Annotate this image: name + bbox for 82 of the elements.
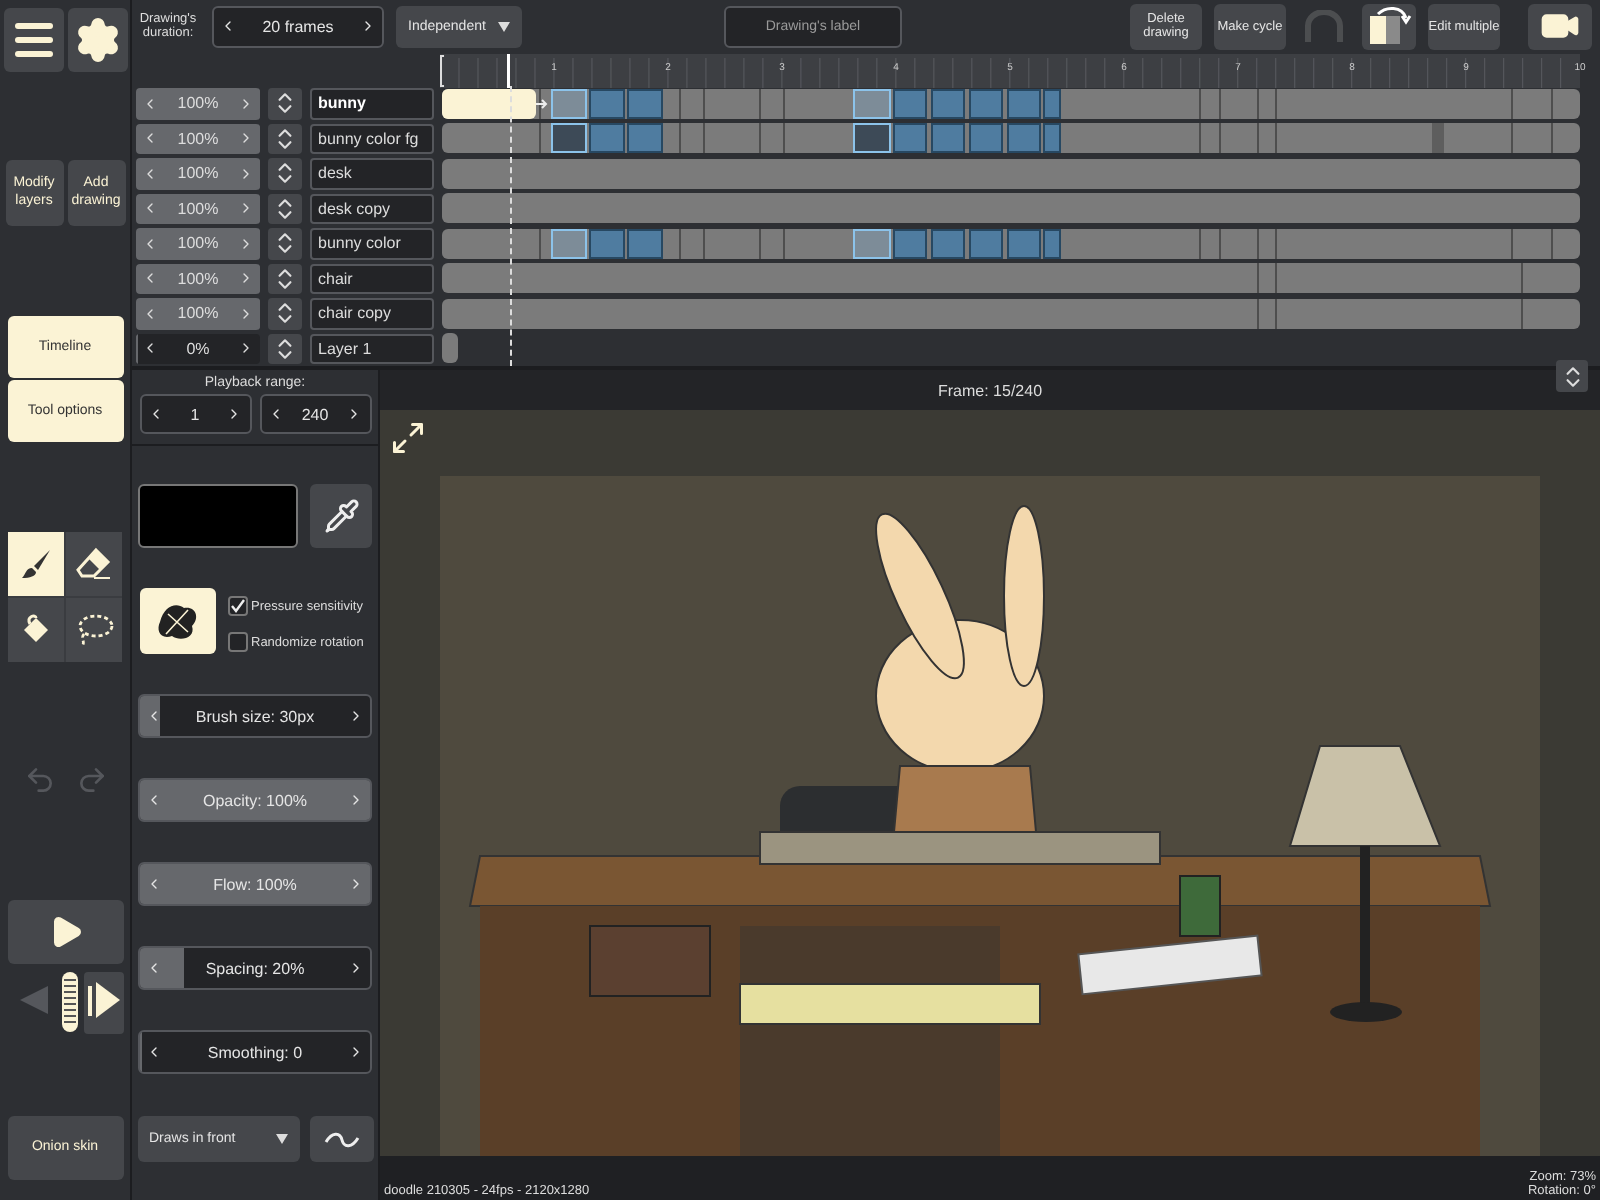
frame-counter: Frame: 15/240 [937,381,1043,399]
reorder-button[interactable] [268,88,302,119]
layer-name-field[interactable]: chair [310,263,434,294]
chevron-left-icon[interactable] [142,340,158,357]
redo-icon [75,764,107,796]
layer-track[interactable] [442,122,1580,155]
range-stepper[interactable]: 240 [259,394,371,434]
camera-button[interactable] [1528,3,1592,50]
wave-icon [323,1131,359,1147]
layer-track[interactable] [442,262,1580,295]
flip-button[interactable] [1362,3,1416,50]
chevron-left-icon[interactable] [220,18,236,35]
layer-name-field[interactable]: desk copy [310,193,434,224]
slider-label: Opacity: 100% [202,791,308,809]
play-button[interactable] [7,900,123,964]
brush-slider[interactable]: Spacing: 20% [138,946,372,990]
layer-track[interactable] [442,297,1580,330]
tool-button[interactable] [66,598,122,662]
brush-texture-button[interactable] [139,588,215,654]
brush-slider[interactable]: Brush size: 30px [138,694,372,738]
slider-label: Flow: 100% [213,875,297,893]
undo-icon [23,764,55,796]
range-value: 240 [301,405,329,423]
fullscreen-button[interactable] [388,418,428,458]
layer-name-field[interactable]: bunny [310,88,434,119]
checkbox[interactable] [227,632,247,652]
layer-name-field[interactable]: bunny color fg [310,123,434,154]
layer-opacity-value: 100% [177,164,219,183]
layer-track[interactable] [442,87,1580,120]
chevron-left-icon[interactable] [146,708,162,724]
expand-icon [390,420,426,456]
tool-button[interactable] [8,598,64,662]
collapse-button[interactable] [1556,360,1588,392]
layer-opacity-value: 100% [177,269,219,288]
layer-name-field[interactable]: desk [310,158,434,189]
reorder-button[interactable] [268,298,302,329]
stroke-style-button[interactable] [309,1116,373,1162]
layer-opacity-value: 0% [186,339,210,358]
layer-opacity-value: 100% [177,199,219,218]
tool-button[interactable] [8,532,64,596]
chevron-left-icon[interactable] [146,1044,162,1060]
reorder-button[interactable] [268,123,302,154]
slider-label: Smoothing: 0 [207,1043,303,1061]
eyedropper-button[interactable] [310,484,372,548]
settings-button[interactable] [67,8,127,72]
layer-opacity-stepper[interactable]: 0% [136,333,260,364]
reorder-button[interactable] [268,193,302,224]
lasso-icon [74,612,114,648]
arch-icon [1304,10,1344,43]
duration-stepper[interactable]: 20 frames [212,5,384,48]
layer-track[interactable] [442,157,1580,190]
layer-opacity-value: 100% [177,129,219,148]
chevron-right-icon[interactable] [348,960,364,976]
flip-page-icon [1365,6,1413,47]
menu-button[interactable] [3,8,63,72]
layer-track[interactable] [442,192,1580,225]
caret-icon [497,21,510,32]
layer-opacity-value: 100% [177,304,219,323]
checkmark-icon [229,598,245,614]
reorder-button[interactable] [268,263,302,294]
tool-button[interactable] [66,532,122,596]
reorder-button[interactable] [268,158,302,189]
slider-label: Brush size: 30px [195,707,315,725]
caret-icon [275,1134,287,1144]
layer-name-field[interactable]: Layer 1 [310,333,434,364]
range-stepper[interactable]: 1 [139,394,251,434]
color-swatch[interactable] [138,484,298,548]
duration-value: 20 frames [262,17,334,36]
brush-slider[interactable]: Smoothing: 0 [138,1030,372,1074]
eyedropper-icon [323,498,359,534]
layer-track[interactable] [442,227,1580,260]
checkbox[interactable] [227,596,247,616]
slider-label: Spacing: 20% [205,959,305,977]
reorder-button[interactable] [268,228,302,259]
range-value: 1 [190,405,200,423]
reorder-button[interactable] [268,333,302,364]
layer-name-field[interactable]: bunny color [310,228,434,259]
eraser-icon [76,546,112,582]
layer-opacity-value: 100% [177,234,219,253]
layer-opacity-value: 100% [177,94,219,113]
chevron-right-icon[interactable] [238,340,254,357]
layer-name-field[interactable]: chair copy [310,298,434,329]
